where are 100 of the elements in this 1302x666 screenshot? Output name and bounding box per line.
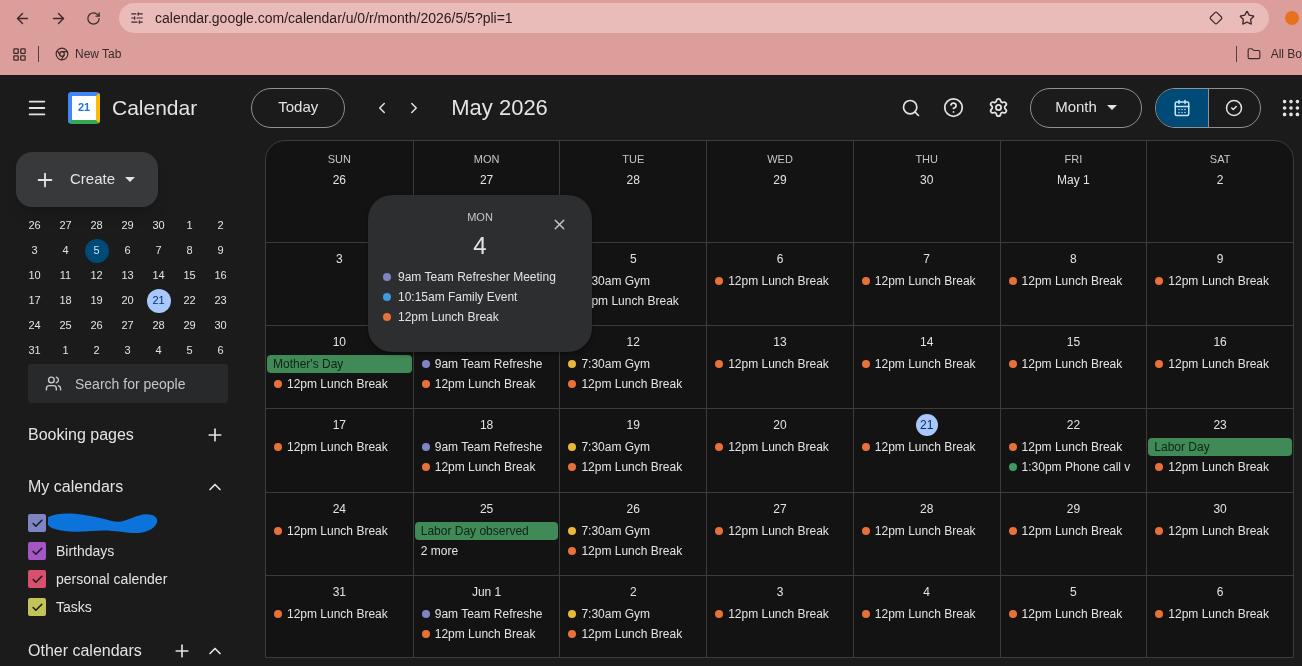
mini-calendar-day[interactable]: 26 <box>22 213 47 238</box>
event-title[interactable]: 9am Team Refresher Meeting <box>398 267 556 286</box>
event-title[interactable]: 12pm Lunch Break <box>874 605 976 623</box>
event-title[interactable]: 12pm Lunch Break <box>1021 438 1123 456</box>
event-title[interactable]: 12pm Lunch Break <box>728 522 829 540</box>
mini-calendar-day[interactable]: 27 <box>53 213 78 238</box>
event-title[interactable]: 12pm Lunch Break <box>1021 355 1123 373</box>
mini-calendar-day[interactable]: 16 <box>208 263 233 288</box>
event-title[interactable]: 9am Team Refreshe <box>434 605 543 623</box>
event-title[interactable]: 12pm Lunch Break <box>1168 605 1269 623</box>
mini-calendar-day[interactable]: 17 <box>22 288 47 313</box>
date-number[interactable]: 5 <box>1062 581 1085 603</box>
event-title[interactable]: 12pm Lunch Break <box>1021 522 1123 540</box>
date-number[interactable]: 19 <box>622 414 645 436</box>
date-number[interactable]: 27 <box>475 168 498 191</box>
mini-calendar-day[interactable]: 6 <box>208 338 233 363</box>
date-number[interactable]: 29 <box>1062 498 1085 520</box>
event-title[interactable]: 12pm Lunch Break <box>728 355 829 373</box>
date-number[interactable]: 10 <box>328 331 351 353</box>
mini-calendar-day[interactable]: 1 <box>53 338 78 363</box>
event-title[interactable]: 1:30pm Phone call v <box>1021 458 1131 476</box>
date-number[interactable]: 26 <box>328 168 351 191</box>
mini-calendar-day[interactable]: 2 <box>84 338 109 363</box>
mini-calendar-day[interactable]: 13 <box>115 263 140 288</box>
mini-calendar-day[interactable]: 12 <box>84 263 109 288</box>
event-title[interactable]: 12pm Lunch Break <box>728 272 829 290</box>
event-title[interactable]: 12pm Lunch Break <box>581 458 683 476</box>
mini-calendar-day[interactable]: 3 <box>22 238 47 263</box>
mini-calendar-day[interactable]: 22 <box>177 288 202 313</box>
event-title[interactable]: 12pm Lunch Break <box>874 355 976 373</box>
apps-icon[interactable] <box>12 46 27 62</box>
event-title[interactable]: 12pm Lunch Break <box>287 522 388 540</box>
date-number[interactable]: 15 <box>1062 331 1085 353</box>
all-day-event[interactable]: Mother's Day <box>267 355 412 373</box>
mini-calendar-day[interactable]: 21 <box>146 288 171 313</box>
date-number[interactable]: 2 <box>622 581 645 603</box>
date-number[interactable]: 9 <box>1209 248 1232 270</box>
date-number[interactable]: 30 <box>1209 498 1232 520</box>
date-number[interactable]: 3 <box>328 248 351 270</box>
calendar-view-tab[interactable] <box>1156 88 1208 127</box>
mini-calendar-day[interactable]: 28 <box>84 213 109 238</box>
calendar-checkbox[interactable] <box>28 542 46 560</box>
mini-calendar-day[interactable]: 4 <box>53 238 78 263</box>
mini-calendar-day[interactable]: 19 <box>84 288 109 313</box>
date-number[interactable]: 7 <box>915 248 938 270</box>
date-number[interactable]: 4 <box>915 581 938 603</box>
calendar-checkbox[interactable] <box>28 514 46 532</box>
event-title[interactable]: 30am Gym <box>591 272 651 290</box>
create-button[interactable]: Create <box>16 152 158 207</box>
event-title[interactable]: 12pm Lunch Break <box>728 438 829 456</box>
date-number[interactable]: 5 <box>622 248 645 270</box>
date-number[interactable]: 13 <box>769 331 791 353</box>
event-title[interactable]: 7:30am Gym <box>581 605 651 623</box>
date-number[interactable]: 27 <box>769 498 791 520</box>
calendar-checkbox[interactable] <box>28 598 46 616</box>
event-title[interactable]: 12pm Lunch Break <box>287 375 388 393</box>
date-number[interactable]: 22 <box>1062 414 1085 436</box>
calendar-name[interactable]: Tasks <box>56 596 92 618</box>
all-day-event[interactable]: Labor Day observed <box>414 522 559 540</box>
mini-calendar-day[interactable]: 11 <box>53 263 78 288</box>
mini-calendar-day[interactable]: 15 <box>177 263 202 288</box>
event-title[interactable]: 12pm Lunch Break <box>1168 355 1269 373</box>
mini-calendar-day[interactable]: 24 <box>22 313 47 338</box>
date-number[interactable]: 24 <box>328 498 351 520</box>
date-number[interactable]: 28 <box>915 498 938 520</box>
date-number[interactable]: 16 <box>1209 331 1232 353</box>
date-number[interactable]: 6 <box>769 248 791 270</box>
event-title[interactable]: 9am Team Refreshe <box>434 355 543 373</box>
mini-calendar-day[interactable]: 9 <box>208 238 233 263</box>
mini-calendar-day[interactable]: 30 <box>146 213 171 238</box>
event-title[interactable]: 12pm Lunch Break <box>581 375 683 393</box>
event-title[interactable]: 12pm Lunch Break <box>434 375 536 393</box>
mini-calendar-day[interactable]: 23 <box>208 288 233 313</box>
date-number[interactable]: 20 <box>769 414 791 436</box>
mini-calendar-day[interactable]: 5 <box>177 338 202 363</box>
all-bookmarks-link[interactable]: All Bo <box>1270 45 1302 63</box>
date-number[interactable]: 29 <box>769 168 791 191</box>
address-bar[interactable]: calendar.google.com/calendar/u/0/r/month/2026/5/5?pli=1 <box>119 3 1269 33</box>
event-title[interactable]: 9am Team Refreshe <box>434 438 543 456</box>
date-number[interactable]: 12 <box>622 331 645 353</box>
event-title[interactable]: 12pm Lunch Break <box>728 605 829 623</box>
mini-calendar-day[interactable]: 10 <box>22 263 47 288</box>
date-number[interactable]: 2 <box>1209 168 1232 191</box>
event-title[interactable]: 12pm Lunch Break <box>1021 272 1123 290</box>
more-events-link[interactable]: 2 more <box>420 542 459 560</box>
site-info-icon[interactable] <box>130 11 144 25</box>
settings-icon[interactable] <box>988 97 1009 118</box>
event-title[interactable]: 12pm Lunch Break <box>874 272 976 290</box>
event-title[interactable]: 10:15am Family Event <box>398 287 518 306</box>
event-title[interactable]: 12pm Lunch Break <box>874 438 976 456</box>
mini-calendar-day[interactable]: 31 <box>22 338 47 363</box>
date-number[interactable]: 23 <box>1209 414 1232 436</box>
event-title[interactable]: 12pm Lunch Break <box>1168 458 1269 476</box>
event-title[interactable]: 12pm Lunch Break <box>581 542 683 560</box>
date-number[interactable]: 21 <box>915 414 938 436</box>
date-number[interactable]: 14 <box>915 331 938 353</box>
reload-icon[interactable] <box>86 10 101 26</box>
date-number[interactable]: 25 <box>475 498 498 520</box>
calendar-name[interactable]: Birthdays <box>56 540 115 562</box>
bookmark-star-icon[interactable] <box>1239 10 1255 26</box>
